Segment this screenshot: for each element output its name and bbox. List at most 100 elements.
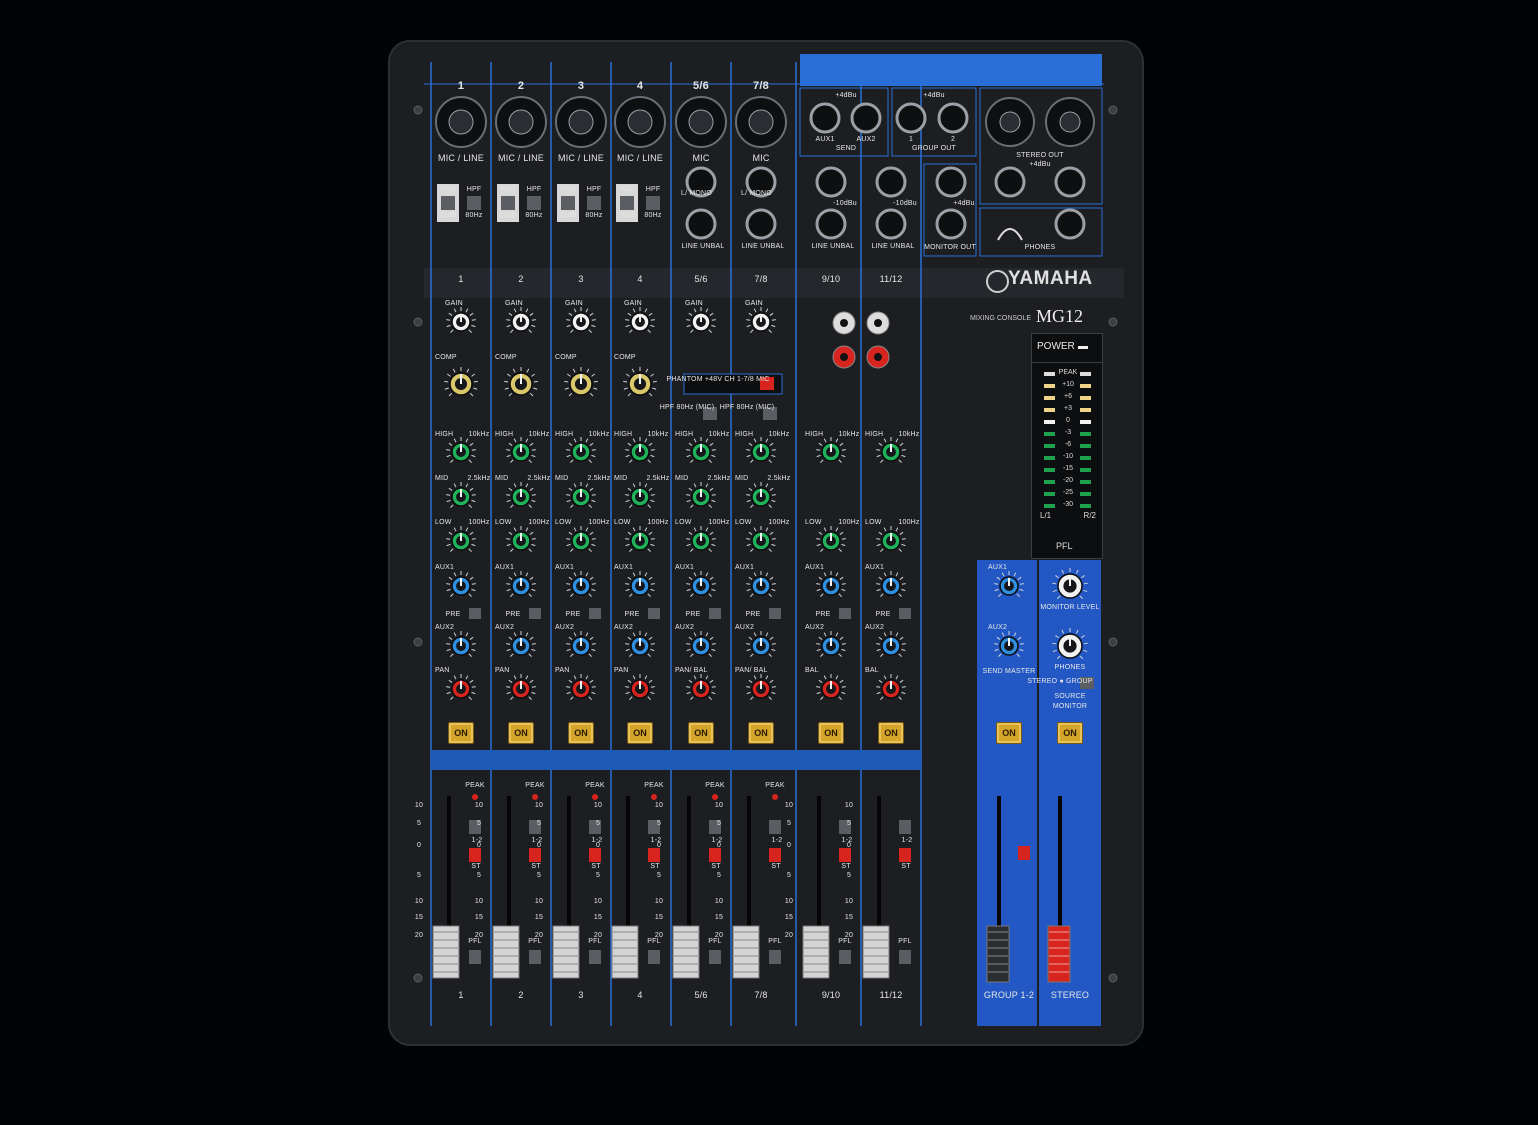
- channel-fader-cap[interactable]: [552, 925, 580, 979]
- stereo-assign-button[interactable]: [839, 848, 851, 862]
- screw-icon: [413, 105, 423, 115]
- channel-fader-cap[interactable]: [732, 925, 760, 979]
- line-jack[interactable]: [875, 166, 907, 198]
- knob-tick: [876, 449, 881, 451]
- fader-slot: [817, 796, 821, 942]
- knob-tick: [994, 643, 999, 645]
- pre-button[interactable]: [648, 608, 660, 619]
- pre-button[interactable]: [899, 608, 911, 619]
- group-to-stereo-button[interactable]: [1018, 846, 1030, 860]
- fader-scale-label: 0: [656, 842, 662, 849]
- stereo-assign-button[interactable]: [529, 848, 541, 862]
- aux2-label: AUX2: [865, 624, 885, 631]
- pfl-label: PFL: [708, 938, 722, 945]
- pfl-button[interactable]: [648, 950, 660, 964]
- line-jack[interactable]: [875, 208, 907, 240]
- channel-on-button[interactable]: ON: [818, 722, 844, 744]
- hpf-button[interactable]: [527, 196, 541, 210]
- pfl-button[interactable]: [589, 950, 601, 964]
- pre-button[interactable]: [839, 608, 851, 619]
- master-on-button[interactable]: ON: [996, 722, 1022, 744]
- stereo-assign-button[interactable]: [648, 848, 660, 862]
- output-jack[interactable]: [850, 102, 882, 134]
- screw-icon: [1108, 105, 1118, 115]
- st-label: ST: [591, 863, 601, 870]
- output-jack[interactable]: [1054, 166, 1086, 198]
- pfl-button[interactable]: [709, 950, 721, 964]
- stereo-master-fader-cap[interactable]: [1047, 925, 1071, 983]
- fader-scale-label: 15: [714, 914, 724, 921]
- line-jack[interactable]: [745, 208, 777, 240]
- output-jack[interactable]: [935, 166, 967, 198]
- peak-label: PEAK: [644, 782, 664, 789]
- meter-row: 0: [1032, 417, 1102, 427]
- output-jack[interactable]: [1054, 208, 1086, 240]
- hpf-button[interactable]: [646, 196, 660, 210]
- pad-button[interactable]: [441, 196, 455, 210]
- knob-tick: [446, 319, 451, 321]
- channel-on-button[interactable]: ON: [878, 722, 904, 744]
- monitor-plus4-label: +4dBu: [953, 200, 975, 207]
- pad-button[interactable]: [620, 196, 634, 210]
- strip-number-mid: 4: [637, 274, 643, 284]
- stereo-assign-button[interactable]: [899, 848, 911, 862]
- pan-label: PAN: [555, 667, 570, 674]
- channel-fader-cap[interactable]: [802, 925, 830, 979]
- knob-tick: [876, 686, 881, 688]
- pfl-button[interactable]: [469, 950, 481, 964]
- hpf-button[interactable]: [467, 196, 481, 210]
- output-jack[interactable]: [809, 102, 841, 134]
- knob-tick: [901, 449, 906, 451]
- mid-label: MID: [735, 475, 749, 482]
- channel-fader-cap[interactable]: [432, 925, 460, 979]
- pre-button[interactable]: [709, 608, 721, 619]
- meter-led-right: [1080, 432, 1091, 436]
- channel-on-button[interactable]: ON: [688, 722, 714, 744]
- stereo-assign-button[interactable]: [709, 848, 721, 862]
- channel-on-button[interactable]: ON: [448, 722, 474, 744]
- meter-row: -10: [1032, 453, 1102, 463]
- meter-led-left: [1044, 468, 1055, 472]
- pre-button[interactable]: [589, 608, 601, 619]
- line-jack[interactable]: [815, 208, 847, 240]
- fader-blue-band: [431, 750, 921, 770]
- line-jack[interactable]: [685, 208, 717, 240]
- output-jack[interactable]: [895, 102, 927, 134]
- pad-button[interactable]: [501, 196, 515, 210]
- pre-button[interactable]: [769, 608, 781, 619]
- output-jack[interactable]: [937, 102, 969, 134]
- pfl-button[interactable]: [529, 950, 541, 964]
- channel-fader-cap[interactable]: [862, 925, 890, 979]
- pre-button[interactable]: [529, 608, 541, 619]
- channel-on-button[interactable]: ON: [508, 722, 534, 744]
- channel-on-button[interactable]: ON: [627, 722, 653, 744]
- fader-scale-label: 5: [656, 872, 662, 879]
- pan-label: BAL: [865, 667, 879, 674]
- group-master-fader-cap[interactable]: [986, 925, 1010, 983]
- pad-button[interactable]: [561, 196, 575, 210]
- group-assign-button[interactable]: [899, 820, 911, 834]
- knob-tick: [566, 449, 571, 451]
- stereo-assign-button[interactable]: [589, 848, 601, 862]
- group-assign-button[interactable]: [769, 820, 781, 834]
- aux1-label: AUX1: [555, 564, 575, 571]
- hpf-button[interactable]: [587, 196, 601, 210]
- channel-fader-cap[interactable]: [672, 925, 700, 979]
- master-on-button[interactable]: ON: [1057, 722, 1083, 744]
- stereo-assign-button[interactable]: [769, 848, 781, 862]
- meter-row: -6: [1032, 441, 1102, 451]
- line-jack[interactable]: [815, 166, 847, 198]
- channel-fader-cap[interactable]: [492, 925, 520, 979]
- pfl-button[interactable]: [769, 950, 781, 964]
- output-jack[interactable]: [994, 166, 1026, 198]
- stereo-assign-button[interactable]: [469, 848, 481, 862]
- pfl-button[interactable]: [899, 950, 911, 964]
- channel-on-button[interactable]: ON: [568, 722, 594, 744]
- channel-fader-cap[interactable]: [611, 925, 639, 979]
- pfl-button[interactable]: [839, 950, 851, 964]
- channel-on-button[interactable]: ON: [748, 722, 774, 744]
- pre-button[interactable]: [469, 608, 481, 619]
- output-jack[interactable]: [935, 208, 967, 240]
- power-indicator[interactable]: POWER: [1031, 333, 1103, 363]
- fader-slot: [877, 796, 881, 942]
